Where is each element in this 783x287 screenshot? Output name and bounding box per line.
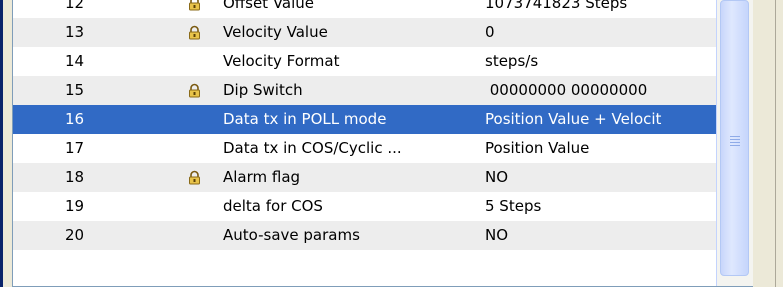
parameter-list[interactable]: 12 Offset Value 1073741823 Steps 13 Velo… bbox=[13, 0, 716, 286]
lock-icon bbox=[187, 163, 203, 192]
row-name: Offset Value bbox=[223, 0, 315, 12]
lock-icon bbox=[187, 18, 203, 47]
row-value: Position Value + Velocit bbox=[485, 110, 662, 128]
row-value: 00000000 00000000 bbox=[485, 81, 648, 99]
row-value: steps/s bbox=[485, 52, 539, 70]
lock-icon bbox=[187, 76, 203, 105]
row-value: NO bbox=[485, 168, 509, 186]
list-row-14[interactable]: 14 Velocity Format steps/s bbox=[13, 47, 716, 76]
window-frame-left bbox=[0, 0, 13, 287]
grip-line bbox=[730, 136, 740, 137]
row-index: 18 bbox=[65, 168, 85, 186]
row-value: 0 bbox=[485, 23, 495, 41]
list-row-17[interactable]: 17 Data tx in COS/Cyclic ... Position Va… bbox=[13, 134, 716, 163]
row-index: 16 bbox=[65, 110, 85, 128]
vertical-scrollbar[interactable] bbox=[716, 0, 753, 286]
grip-line bbox=[730, 142, 740, 143]
window-frame-right bbox=[753, 0, 783, 287]
row-name: Auto-save params bbox=[223, 226, 360, 244]
row-index: 17 bbox=[65, 139, 85, 157]
row-name: Alarm flag bbox=[223, 168, 301, 186]
window-divider bbox=[775, 0, 776, 287]
row-value: Position Value bbox=[485, 139, 590, 157]
row-value: 1073741823 Steps bbox=[485, 0, 628, 12]
row-name: Velocity Value bbox=[223, 23, 328, 41]
row-name: delta for COS bbox=[223, 197, 323, 215]
row-name: Velocity Format bbox=[223, 52, 340, 70]
grip-line bbox=[730, 145, 740, 146]
list-row-18[interactable]: 18 Alarm flag NO bbox=[13, 163, 716, 192]
row-name: Dip Switch bbox=[223, 81, 303, 99]
list-row-20[interactable]: 20 Auto-save params NO bbox=[13, 221, 716, 250]
row-name: Data tx in COS/Cyclic ... bbox=[223, 139, 402, 157]
row-name: Data tx in POLL mode bbox=[223, 110, 387, 128]
row-index: 19 bbox=[65, 197, 85, 215]
scrollbar-thumb[interactable] bbox=[720, 0, 749, 276]
row-value: NO bbox=[485, 226, 509, 244]
lock-icon bbox=[187, 0, 203, 18]
row-index: 12 bbox=[65, 0, 85, 12]
grip-line bbox=[730, 139, 740, 140]
list-row-19[interactable]: 19 delta for COS 5 Steps bbox=[13, 192, 716, 221]
row-index: 13 bbox=[65, 23, 85, 41]
row-index: 15 bbox=[65, 81, 85, 99]
window-border bbox=[0, 0, 3, 287]
row-index: 14 bbox=[65, 52, 85, 70]
row-value: 5 Steps bbox=[485, 197, 542, 215]
list-row-16-selected[interactable]: 16 Data tx in POLL mode Position Value +… bbox=[13, 105, 716, 134]
list-row-12[interactable]: 12 Offset Value 1073741823 Steps bbox=[13, 0, 716, 18]
list-row-15[interactable]: 15 Dip Switch 00000000 00000000 bbox=[13, 76, 716, 105]
row-index: 20 bbox=[65, 226, 85, 244]
list-row-13[interactable]: 13 Velocity Value 0 bbox=[13, 18, 716, 47]
